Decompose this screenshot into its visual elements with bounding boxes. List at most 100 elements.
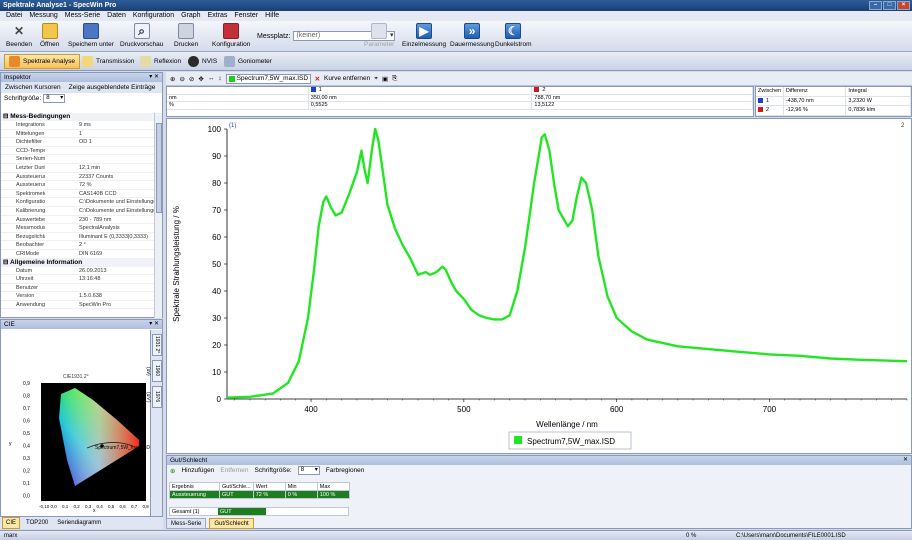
- property-row[interactable]: Dichtefilter OD 1: [1, 138, 155, 147]
- property-key: Version: [16, 293, 35, 300]
- mode-nvis[interactable]: NVIS: [184, 54, 221, 69]
- mode-transmission[interactable]: Transmission: [78, 54, 138, 69]
- property-row[interactable]: Spektrometer CAS140B CCD: [1, 190, 155, 199]
- inspector-scrollbar[interactable]: [154, 113, 162, 318]
- cie-x-tick-label: 0,7: [131, 504, 138, 509]
- tab-cie[interactable]: CIE: [2, 517, 21, 529]
- oeffnen-button[interactable]: Öffnen: [40, 23, 59, 48]
- druckvorschau-button[interactable]: ⌕ Druckvorschau: [120, 23, 163, 48]
- property-key: CRIMode: [16, 250, 40, 257]
- mode-reflexion[interactable]: Reflexion: [136, 54, 185, 69]
- tab-mess-serie[interactable]: Mess-Serie: [166, 518, 207, 529]
- tab-ausgeblendete[interactable]: Zeige ausgeblendete Einträge: [69, 82, 156, 93]
- property-row[interactable]: Auswertebereich 230 - 789 nm: [1, 216, 155, 225]
- crosshair-icon[interactable]: ⌖: [374, 75, 378, 83]
- menu-datei[interactable]: Datei: [6, 11, 22, 21]
- property-row[interactable]: Kalibrierung C:\Dokumente und Einstellung…: [1, 207, 155, 216]
- tab-1931[interactable]: 1931 2°: [152, 334, 162, 356]
- einzelmessung-button[interactable]: ▶ Einzelmessung: [402, 23, 446, 48]
- zoom-fit-icon[interactable]: ⊘: [189, 75, 194, 83]
- zoom-out-icon[interactable]: ⊖: [179, 75, 184, 83]
- menu-fenster[interactable]: Fenster: [234, 11, 258, 21]
- menu-daten[interactable]: Daten: [107, 11, 126, 21]
- property-row[interactable]: Anwendung SpecWin Pro: [1, 301, 155, 310]
- panel-close-icon[interactable]: ▾ ✕: [149, 73, 159, 82]
- gut-fontsize-select[interactable]: 8: [297, 466, 320, 475]
- property-row[interactable]: Serien-Nummer: [1, 155, 155, 164]
- menu-hilfe[interactable]: Hilfe: [265, 11, 279, 21]
- menu-graph[interactable]: Graph: [181, 11, 200, 21]
- dauermessung-button[interactable]: » Dauermessung: [450, 23, 494, 48]
- drucken-button[interactable]: Drucken: [174, 23, 198, 48]
- export-icon[interactable]: ⎘: [392, 75, 397, 83]
- property-row[interactable]: CCD-Temperatur: [1, 147, 155, 156]
- konfiguration-button[interactable]: Konfiguration: [212, 23, 250, 48]
- property-row[interactable]: Konfiguration C:\Dokumente und Einstellun…: [1, 198, 155, 207]
- tab-seriendiagramm[interactable]: Seriendiagramm: [54, 517, 104, 529]
- printer-icon: [178, 23, 195, 39]
- menu-extras[interactable]: Extras: [208, 11, 228, 21]
- tab-1960[interactable]: 1960 (uv): [145, 360, 162, 382]
- panel-close-icon[interactable]: ✕: [903, 456, 908, 465]
- cie-y-tick-label: 0,5: [23, 431, 30, 437]
- menu-mess-serie[interactable]: Mess-Serie: [65, 11, 100, 21]
- panel-close-icon[interactable]: ▾ ✕: [149, 320, 159, 329]
- property-row[interactable]: Letzter Dunkelstrom 12,1 min: [1, 164, 155, 173]
- cursor-header-cell: [167, 87, 309, 94]
- close-button[interactable]: ×: [897, 1, 910, 10]
- property-row[interactable]: Messmodus SpectralAnalysis: [1, 224, 155, 233]
- fontsize-select[interactable]: 8: [43, 94, 66, 103]
- minimize-button[interactable]: –: [869, 1, 882, 10]
- spectrum-select[interactable]: Spectrum7,5W_max.ISD: [225, 73, 311, 84]
- menu-konfiguration[interactable]: Konfiguration: [133, 11, 174, 21]
- cursor-cell: nm: [167, 94, 309, 102]
- remove-curve-icon[interactable]: ✕: [315, 75, 320, 83]
- mode-goniometer[interactable]: Goniometer: [220, 54, 276, 69]
- tab-gut-schlecht[interactable]: Gut/Schlecht: [209, 518, 254, 529]
- remove-curve-button[interactable]: Kurve entfernen: [324, 75, 370, 82]
- property-row[interactable]: Aussteuerung 72 %: [1, 181, 155, 190]
- mode-spektrale-analyse[interactable]: Spektrale Analyse: [4, 54, 81, 69]
- property-row[interactable]: Uhrzeit 13:16:48: [1, 275, 155, 284]
- move-icon[interactable]: ✥: [198, 75, 203, 83]
- property-row[interactable]: Datum 26.09.2013: [1, 267, 155, 276]
- tab-top200[interactable]: TOP200: [23, 517, 51, 529]
- menu-messung[interactable]: Messung: [29, 11, 57, 21]
- horizontal-icon[interactable]: ↔: [208, 75, 215, 82]
- property-row[interactable]: Aussteuerung 22337 Counts: [1, 173, 155, 182]
- lower-tabs: Mess-Serie Gut/Schlecht: [166, 518, 366, 529]
- parameter-button[interactable]: Parameter: [364, 23, 394, 48]
- property-row[interactable]: Mittelungen 1: [1, 130, 155, 139]
- fast-forward-icon: »: [464, 23, 481, 39]
- entfernen-button[interactable]: Entfernen: [220, 467, 248, 474]
- image-icon[interactable]: ▣: [382, 75, 388, 83]
- property-key: Aussteuerung: [16, 182, 45, 189]
- cursor-cell: 788,70 nm: [532, 94, 754, 102]
- farbregionen-button[interactable]: Farbregionen: [326, 467, 365, 474]
- maximize-button[interactable]: □: [883, 1, 896, 10]
- tab-1976[interactable]: 1976 (u'v'): [145, 386, 162, 408]
- cie-y-tick-label: 0,1: [23, 481, 30, 487]
- gut-result-row[interactable]: Aussteuerung GUT 72 % 0 % 100 %: [169, 490, 350, 499]
- speichern-button[interactable]: Speichern unter: [68, 23, 114, 48]
- property-row[interactable]: Bezugslichtart Illuminant E (0,3333|0,333…: [1, 233, 155, 242]
- property-row[interactable]: Benutzer: [1, 284, 155, 293]
- hinzufuegen-button[interactable]: Hinzufügen: [181, 467, 214, 474]
- checklist-icon: [371, 23, 388, 39]
- property-row[interactable]: Version 1.5.0.638: [1, 292, 155, 301]
- transmission-icon: [82, 56, 93, 67]
- property-row[interactable]: Integrationszeit 9 ms: [1, 121, 155, 130]
- property-value: C:\Dokumente und Einstellungen: [79, 207, 155, 214]
- dunkelstrom-button[interactable]: ☾ Dunkelstrom: [495, 23, 531, 48]
- inspector-header: Inspektor ▾ ✕: [1, 73, 162, 82]
- property-value: Illuminant E (0,3333|0,3333): [79, 233, 148, 240]
- add-icon[interactable]: ⊕: [170, 467, 175, 475]
- property-row[interactable]: CRIMode DIN 6169: [1, 250, 155, 259]
- cursor-2-label: 2: [901, 123, 905, 129]
- property-row[interactable]: Beobachter 2 °: [1, 241, 155, 250]
- zoom-in-icon[interactable]: ⊕: [170, 75, 175, 83]
- vertical-icon[interactable]: ↕: [218, 75, 221, 82]
- cie-y-label: y: [9, 441, 12, 447]
- beenden-button[interactable]: ✕ Beenden: [6, 23, 32, 48]
- tab-zwischen-kursoren[interactable]: Zwischen Kursoren: [5, 82, 61, 93]
